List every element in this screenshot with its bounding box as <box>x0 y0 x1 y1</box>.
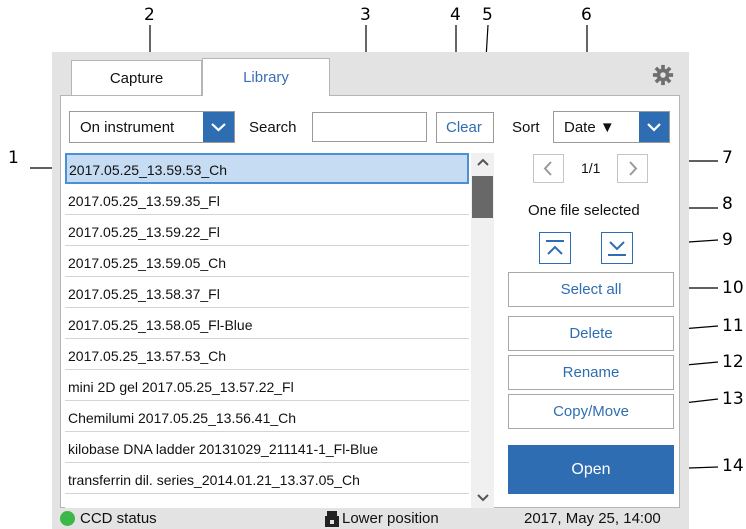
callout-4: 4 <box>450 5 461 25</box>
ccd-status-indicator <box>60 511 75 526</box>
sort-label: Sort <box>512 119 540 136</box>
callout-8: 8 <box>722 194 733 214</box>
tab-capture[interactable]: Capture <box>71 60 202 96</box>
file-list-item[interactable]: 2017.05.25_13.59.53_Ch <box>65 153 469 184</box>
sort-dropdown[interactable]: Date ▼ <box>553 111 670 143</box>
ccd-status-label: CCD status <box>80 510 157 527</box>
file-list-item[interactable]: 2017.05.25_13.58.37_Fl <box>65 277 469 308</box>
gear-icon[interactable] <box>652 64 674 86</box>
lens-position-label: Lower position <box>342 510 439 527</box>
callout-3: 3 <box>360 5 371 25</box>
file-list-item[interactable]: transferrin dil. series_2014.01.21_13.37… <box>65 463 469 494</box>
scrollbar-thumb[interactable] <box>472 176 493 218</box>
jump-top-icon <box>546 240 564 255</box>
lens-position-icon <box>325 511 339 527</box>
file-list-item[interactable]: 2017.05.25_13.59.35_Fl <box>65 184 469 215</box>
chevron-down-icon[interactable] <box>476 493 490 503</box>
jump-to-top-button[interactable] <box>539 232 571 264</box>
chevron-left-icon <box>543 161 552 176</box>
clear-button[interactable]: Clear <box>436 112 494 143</box>
sort-dropdown-value: Date ▼ <box>564 119 615 136</box>
jump-to-bottom-button[interactable] <box>601 232 633 264</box>
search-label: Search <box>249 119 297 136</box>
callout-12: 12 <box>722 352 744 372</box>
search-input[interactable] <box>312 112 427 142</box>
open-button[interactable]: Open <box>508 445 674 494</box>
selection-status: One file selected <box>528 202 640 219</box>
callout-6: 6 <box>581 5 592 25</box>
status-bar: CCD status Lower position 2017, May 25, … <box>52 508 689 529</box>
chevron-right-icon <box>629 161 638 176</box>
jump-bottom-icon <box>608 241 626 256</box>
tab-library[interactable]: Library <box>202 58 330 96</box>
file-list-item[interactable]: 2017.05.25_13.59.05_Ch <box>65 246 469 277</box>
callout-14: 14 <box>722 456 744 476</box>
chevron-down-icon <box>203 112 234 142</box>
file-list-item[interactable]: 2017.05.25_13.59.22_Fl <box>65 215 469 246</box>
datetime-label: 2017, May 25, 14:00 <box>524 510 661 527</box>
callout-2: 2 <box>144 5 155 25</box>
callout-9: 9 <box>722 230 733 250</box>
file-list-item[interactable]: 2017.05.25_13.58.05_Fl-Blue <box>65 308 469 339</box>
delete-button[interactable]: Delete <box>508 316 674 351</box>
callout-11: 11 <box>722 316 744 336</box>
prev-page-button[interactable] <box>533 154 564 183</box>
file-list[interactable]: 2017.05.25_13.59.53_Ch 2017.05.25_13.59.3… <box>65 153 471 508</box>
callout-13: 13 <box>722 389 744 409</box>
callout-5: 5 <box>482 5 493 25</box>
callout-10: 10 <box>722 278 744 298</box>
chevron-up-icon[interactable] <box>476 157 490 167</box>
file-list-item[interactable]: kilobase DNA ladder 20131029_211141-1_Fl… <box>65 432 469 463</box>
rename-button[interactable]: Rename <box>508 355 674 390</box>
select-all-button[interactable]: Select all <box>508 272 674 307</box>
file-list-item[interactable]: Chemilumi 2017.05.25_13.56.41_Ch <box>65 401 469 432</box>
callout-1: 1 <box>8 148 19 168</box>
source-dropdown[interactable]: On instrument <box>69 111 235 143</box>
file-list-item[interactable]: mini 2D gel 2017.05.25_13.57.22_Fl <box>65 370 469 401</box>
file-list-item[interactable]: 2017.05.25_13.57.53_Ch <box>65 339 469 370</box>
copy-move-button[interactable]: Copy/Move <box>508 394 674 429</box>
chevron-down-icon <box>639 112 669 142</box>
callout-7: 7 <box>722 148 733 168</box>
source-dropdown-value: On instrument <box>80 119 175 136</box>
page-indicator: 1/1 <box>581 160 601 176</box>
next-page-button[interactable] <box>617 154 648 183</box>
